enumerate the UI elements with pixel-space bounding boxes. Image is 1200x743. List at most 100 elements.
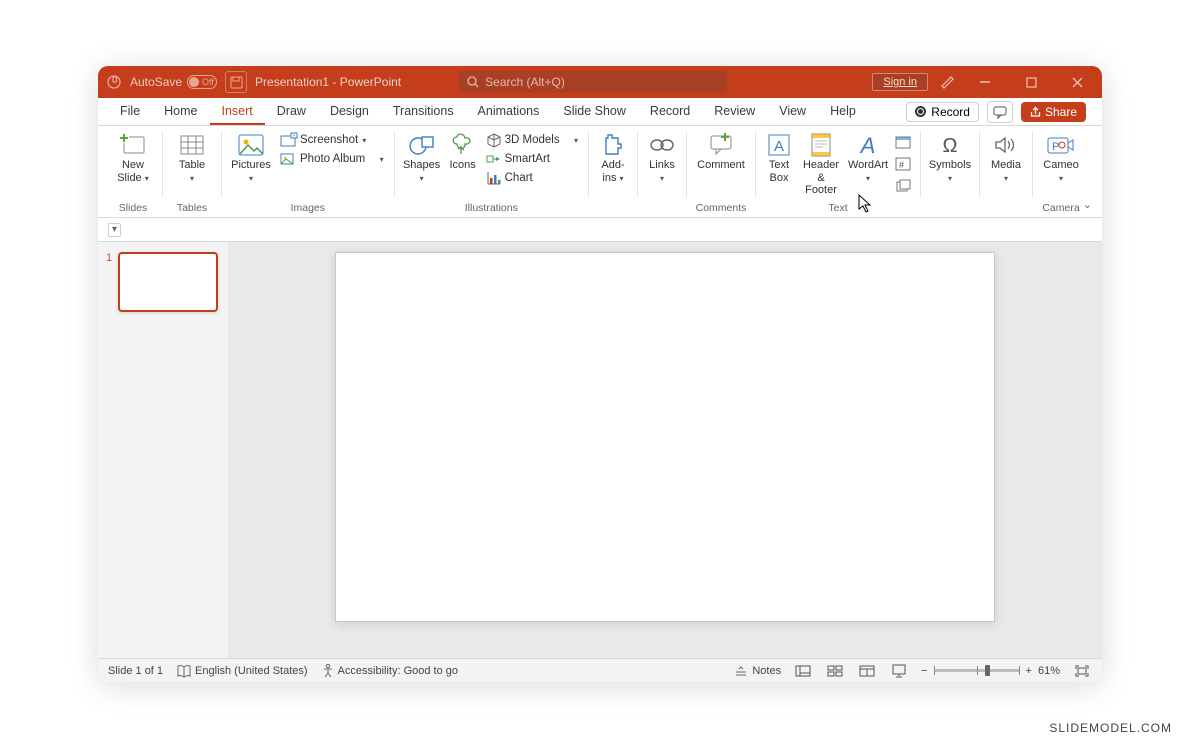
new-slide-button[interactable]: New Slide ▾ [110,130,156,185]
tab-animations[interactable]: Animations [466,98,552,125]
group-images: Pictures▾ Screenshot ▾ Photo Album ▾ Ima… [224,130,392,217]
chevron-down-icon: ▾ [145,174,149,183]
group-illustrations: Shapes▾ Icons 3D Models ▾ SmartArt Chart… [397,130,586,217]
app-window: AutoSave Off Presentation1 - PowerPoint … [98,66,1102,682]
zoom-in-button[interactable]: + [1026,665,1032,677]
group-media: Media▾ [982,130,1030,217]
chart-button[interactable]: Chart [483,170,582,186]
text-box-button[interactable]: A Text Box [762,130,796,185]
symbols-button[interactable]: Ω Symbols▾ [927,130,973,185]
addins-button[interactable]: Add-ins ▾ [595,130,631,185]
tab-home[interactable]: Home [152,98,209,125]
tabs-right: Record Share [906,98,1092,125]
tab-design[interactable]: Design [318,98,381,125]
close-button[interactable] [1060,70,1094,94]
autosave-toggle[interactable]: AutoSave Off [130,75,217,89]
photo-album-icon [280,152,296,166]
group-label: Tables [177,201,207,217]
text-box-icon: A [768,132,790,158]
new-slide-icon [120,132,146,158]
cameo-icon: P [1047,132,1075,158]
slide-counter[interactable]: Slide 1 of 1 [108,665,163,677]
language-button[interactable]: English (United States) [177,665,308,677]
header-footer-icon [811,132,831,158]
cameo-button[interactable]: P Cameo▾ [1039,130,1083,185]
share-button[interactable]: Share [1021,102,1086,122]
app-icon [106,74,122,90]
group-symbols: Ω Symbols▾ [923,130,977,217]
date-time-button[interactable] [892,132,914,152]
chevron-down-icon: ▾ [249,174,253,183]
save-button[interactable] [225,71,247,93]
accessibility-button[interactable]: Accessibility: Good to go [322,664,458,677]
group-camera: P Cameo▾ Camera [1035,130,1087,217]
tab-insert[interactable]: Insert [210,98,265,125]
addin-icon [602,132,624,158]
tab-slide-show[interactable]: Slide Show [551,98,638,125]
pictures-button[interactable]: Pictures▾ [228,130,274,185]
ribbon-tabs: File Home Insert Draw Design Transitions… [98,98,1102,126]
tab-record[interactable]: Record [638,98,702,125]
tab-help[interactable]: Help [818,98,868,125]
slide-canvas[interactable] [335,252,995,622]
3d-models-button[interactable]: 3D Models ▾ [483,132,582,148]
minimize-button[interactable] [968,70,1002,94]
smartart-button[interactable]: SmartArt [483,151,582,167]
pen-icon[interactable] [940,73,956,92]
tab-review[interactable]: Review [702,98,767,125]
qat-customize-button[interactable]: ▾ [108,223,121,237]
slide-editor[interactable] [228,242,1102,658]
search-input[interactable]: Search (Alt+Q) [459,71,727,93]
collapse-ribbon-button[interactable]: ⌄ [1083,198,1092,211]
maximize-button[interactable] [1014,70,1048,94]
title-bar-right: Sign in [872,70,1094,94]
signin-button[interactable]: Sign in [872,73,928,91]
zoom-percent[interactable]: 61% [1038,665,1060,677]
notes-button[interactable]: Notes [734,665,781,677]
work-area: 1 [98,242,1102,658]
tab-transitions[interactable]: Transitions [381,98,466,125]
shapes-icon [409,132,435,158]
group-label: Comments [696,201,747,217]
zoom-out-button[interactable]: − [921,665,927,677]
chart-icon [487,171,501,185]
object-icon [895,179,911,193]
tab-view[interactable]: View [767,98,818,125]
record-button[interactable]: Record [906,102,979,122]
slide-number-button[interactable]: # [892,154,914,174]
slide-sorter-view-button[interactable] [825,663,845,679]
normal-view-button[interactable] [793,663,813,679]
share-icon [1030,106,1041,117]
tab-file[interactable]: File [108,98,152,125]
media-button[interactable]: Media▾ [986,130,1026,185]
wordart-button[interactable]: A WordArt▾ [846,130,890,185]
table-button[interactable]: Table▾ [169,130,215,185]
accessibility-icon [322,664,334,677]
record-dot-icon [915,106,926,117]
comments-pane-button[interactable] [987,101,1013,123]
object-button[interactable] [892,176,914,196]
slideshow-view-button[interactable] [889,663,909,679]
thumbnail-slide-1[interactable]: 1 [106,252,220,312]
screenshot-button[interactable]: Screenshot ▾ [276,132,388,148]
slide-thumbnails-pane[interactable]: 1 [98,242,228,658]
group-addins: Add-ins ▾ [591,130,635,217]
shapes-button[interactable]: Shapes▾ [401,130,443,185]
fit-to-window-button[interactable] [1072,663,1092,679]
status-bar: Slide 1 of 1 English (United States) Acc… [98,658,1102,682]
link-icon [649,132,675,158]
reading-view-button[interactable] [857,663,877,679]
svg-text:A: A [859,133,876,158]
svg-text:P: P [1052,141,1059,153]
links-button[interactable]: Links▾ [644,130,680,185]
tab-draw[interactable]: Draw [265,98,318,125]
zoom-slider[interactable]: − + 61% [921,665,1060,677]
quick-access-row: ▾ [98,218,1102,242]
icons-button[interactable]: Icons [445,130,481,185]
group-links: Links▾ [640,130,684,217]
comment-button[interactable]: Comment [693,130,749,185]
photo-album-button[interactable]: Photo Album ▾ [276,151,388,167]
group-text: A Text Box Header & Footer A WordArt▾ # … [758,130,918,217]
header-footer-button[interactable]: Header & Footer [798,130,844,197]
zoom-track[interactable] [934,669,1020,672]
